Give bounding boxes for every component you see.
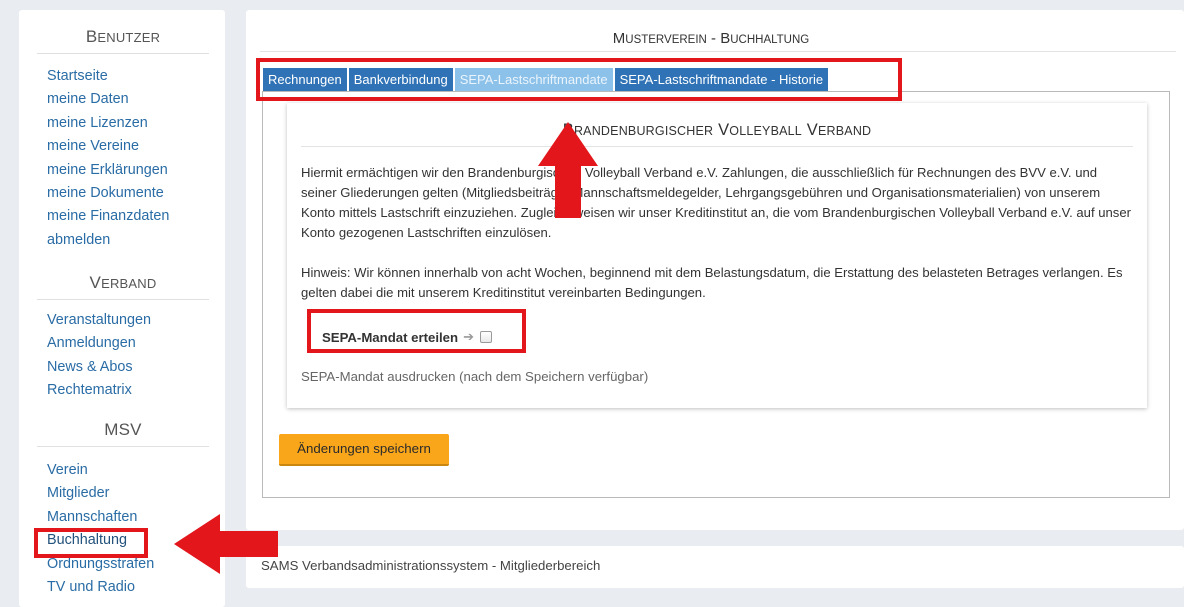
footer-text: SAMS Verbandsadministrationssystem - Mit… — [261, 558, 601, 573]
card-divider — [301, 146, 1133, 147]
sidebar-item-veranstaltungen[interactable]: Veranstaltungen — [47, 312, 151, 328]
arrow-right-icon: ➔ — [463, 329, 474, 344]
mandate-text: Hiermit ermächtigen wir den Brandenburgi… — [301, 165, 1131, 240]
tab-sepa-historie[interactable]: SEPA-Lastschriftmandate - Historie — [614, 68, 829, 92]
sidebar-item-tv-und-radio[interactable]: TV und Radio — [47, 579, 135, 595]
sidebar-item-meine-vereine[interactable]: meine Vereine — [47, 138, 139, 154]
title-rest: RANDENBURGISCHER — [573, 124, 714, 138]
heading-rest: ENUTZER — [97, 30, 161, 45]
main-panel: MUSTERVEREIN - BUCHHALTUNG Rechnungen Ba… — [246, 10, 1184, 530]
sidebar-item-rechtematrix[interactable]: Rechtematrix — [47, 382, 132, 398]
title-cap: V — [718, 121, 730, 139]
sidebar-item-ordnungsstrafen[interactable]: Ordnungsstrafen — [47, 556, 154, 572]
sidebar-item-meine-dokumente[interactable]: meine Dokumente — [47, 185, 164, 201]
sidebar-heading-msv: MSV — [37, 420, 209, 447]
sidebar-item-anmeldungen[interactable]: Anmeldungen — [47, 335, 136, 351]
sepa-mandate-row: SEPA-Mandat erteilen ➔ — [322, 327, 492, 347]
sidebar-item-buchhaltung[interactable]: Buchhaltung — [47, 532, 127, 548]
print-mandate-note: SEPA-Mandat ausdrucken (nach dem Speiche… — [301, 369, 649, 384]
sidebar-item-abmelden[interactable]: abmelden — [47, 232, 110, 248]
mandate-card: BRANDENBURGISCHER VOLLEYBALL VERBAND Hie… — [287, 103, 1147, 408]
page-title: MUSTERVEREIN - BUCHHALTUNG — [246, 30, 1176, 47]
title-separator: - — [706, 30, 721, 47]
title-cap: B — [720, 30, 731, 47]
sidebar-list-benutzer: Startseite meine Daten meine Lizenzen me… — [47, 65, 169, 252]
sidebar-item-startseite[interactable]: Startseite — [47, 68, 108, 84]
sidebar-heading-benutzer: BENUTZER — [37, 27, 209, 54]
sidebar-list-msv: Verein Mitglieder Mannschaften Buchhaltu… — [47, 459, 154, 599]
tab-content: BRANDENBURGISCHER VOLLEYBALL VERBAND Hie… — [262, 91, 1170, 498]
heading-cap: V — [89, 273, 102, 292]
footer: SAMS Verbandsadministrationssystem - Mit… — [246, 546, 1184, 588]
title-cap: V — [806, 121, 818, 139]
sidebar-item-mitglieder[interactable]: Mitglieder — [47, 485, 109, 501]
card-title: BRANDENBURGISCHER VOLLEYBALL VERBAND — [287, 121, 1147, 140]
title-cap: M — [612, 30, 626, 47]
sidebar-item-meine-lizenzen[interactable]: meine Lizenzen — [47, 115, 148, 131]
tab-rechnungen[interactable]: Rechnungen — [263, 68, 347, 92]
title-rest: USTERVEREIN — [625, 34, 707, 46]
sidebar-item-verein[interactable]: Verein — [47, 462, 88, 478]
sepa-mandate-checkbox[interactable] — [479, 331, 492, 343]
sidebar-list-verband: Veranstaltungen Anmeldungen News & Abos … — [47, 309, 151, 403]
mandate-hint: Hinweis: Wir können innerhalb von acht W… — [301, 265, 1123, 300]
sidebar-item-news-abos[interactable]: News & Abos — [47, 359, 133, 375]
sidebar-item-meine-daten[interactable]: meine Daten — [47, 91, 129, 107]
sidebar: BENUTZER Startseite meine Daten meine Li… — [19, 10, 225, 607]
title-rest: UCHHALTUNG — [730, 34, 810, 46]
title-cap: B — [562, 121, 574, 139]
sidebar-item-mannschaften[interactable]: Mannschaften — [47, 509, 137, 525]
heading-cap: MSV — [104, 420, 142, 439]
tab-sepa-lastschriftmandate[interactable]: SEPA-Lastschriftmandate — [454, 68, 613, 92]
title-divider — [260, 51, 1176, 52]
title-rest: ERBAND — [817, 124, 872, 138]
heading-cap: B — [85, 27, 98, 46]
heading-rest: ERBAND — [101, 276, 157, 291]
tab-bankverbindung[interactable]: Bankverbindung — [348, 68, 453, 92]
tab-bar: Rechnungen Bankverbindung SEPA-Lastschri… — [263, 68, 830, 92]
sepa-mandate-label: SEPA-Mandat erteilen — [322, 329, 459, 345]
sidebar-item-meine-finanzdaten[interactable]: meine Finanzdaten — [47, 208, 169, 224]
save-changes-button[interactable]: Änderungen speichern — [279, 434, 449, 466]
title-rest: OLLEYBALL — [729, 124, 802, 138]
sidebar-item-meine-erklaerungen[interactable]: meine Erklärungen — [47, 162, 168, 178]
sidebar-heading-verband: VERBAND — [37, 273, 209, 300]
